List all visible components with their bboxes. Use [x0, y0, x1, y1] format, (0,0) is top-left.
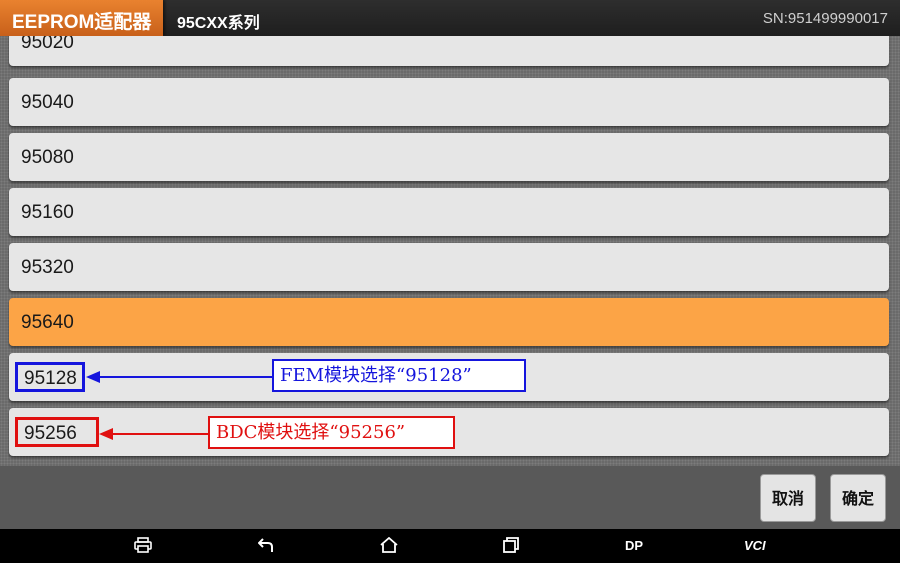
app-tab[interactable]: EEPROM适配器 — [0, 0, 163, 36]
printer-icon[interactable] — [134, 537, 152, 553]
list-item-label: 95040 — [21, 92, 74, 113]
list-item-label: 95256 — [24, 423, 77, 444]
cancel-button[interactable]: 取消 — [760, 474, 816, 522]
list-item-label: 95640 — [21, 312, 74, 333]
list-item-label: 95128 — [24, 368, 77, 389]
list-item-95020[interactable]: 95020 — [9, 36, 889, 66]
app-title: EEPROM适配器 — [12, 12, 152, 33]
recent-apps-icon[interactable] — [503, 537, 519, 553]
list-item-label: 95160 — [21, 202, 74, 223]
list-item-label: 95080 — [21, 147, 74, 168]
serial-number: SN:951499990017 — [762, 10, 888, 27]
series-title: 95CXX系列 — [177, 15, 260, 32]
home-icon[interactable] — [380, 537, 398, 553]
list-item-label: 95020 — [21, 36, 74, 53]
title-bar: EEPROM适配器 95CXX系列 SN:951499990017 — [0, 0, 900, 36]
confirm-button[interactable]: 确定 — [830, 474, 886, 522]
fem-annotation: FEM模块选择“95128” — [272, 359, 526, 392]
fem-arrow-icon — [86, 371, 272, 383]
fem-highlight-box: 95128 — [15, 362, 85, 392]
back-icon[interactable] — [258, 537, 274, 553]
vci-label[interactable]: VCI — [744, 538, 766, 553]
list-item-95160[interactable]: 95160 — [9, 188, 889, 236]
system-nav-bar: DP VCI — [0, 529, 900, 563]
bdc-highlight-box: 95256 — [15, 417, 99, 447]
bdc-annotation: BDC模块选择“95256” — [208, 416, 455, 449]
dp-label[interactable]: DP — [625, 538, 643, 553]
chip-list[interactable]: 95020 95040 95080 95160 95320 95640 9512… — [0, 36, 900, 466]
list-item-95640[interactable]: 95640 — [9, 298, 889, 346]
list-item-95080[interactable]: 95080 — [9, 133, 889, 181]
bdc-arrow-icon — [99, 428, 208, 440]
list-item-95040[interactable]: 95040 — [9, 78, 889, 126]
list-item-label: 95320 — [21, 257, 74, 278]
list-item-95320[interactable]: 95320 — [9, 243, 889, 291]
